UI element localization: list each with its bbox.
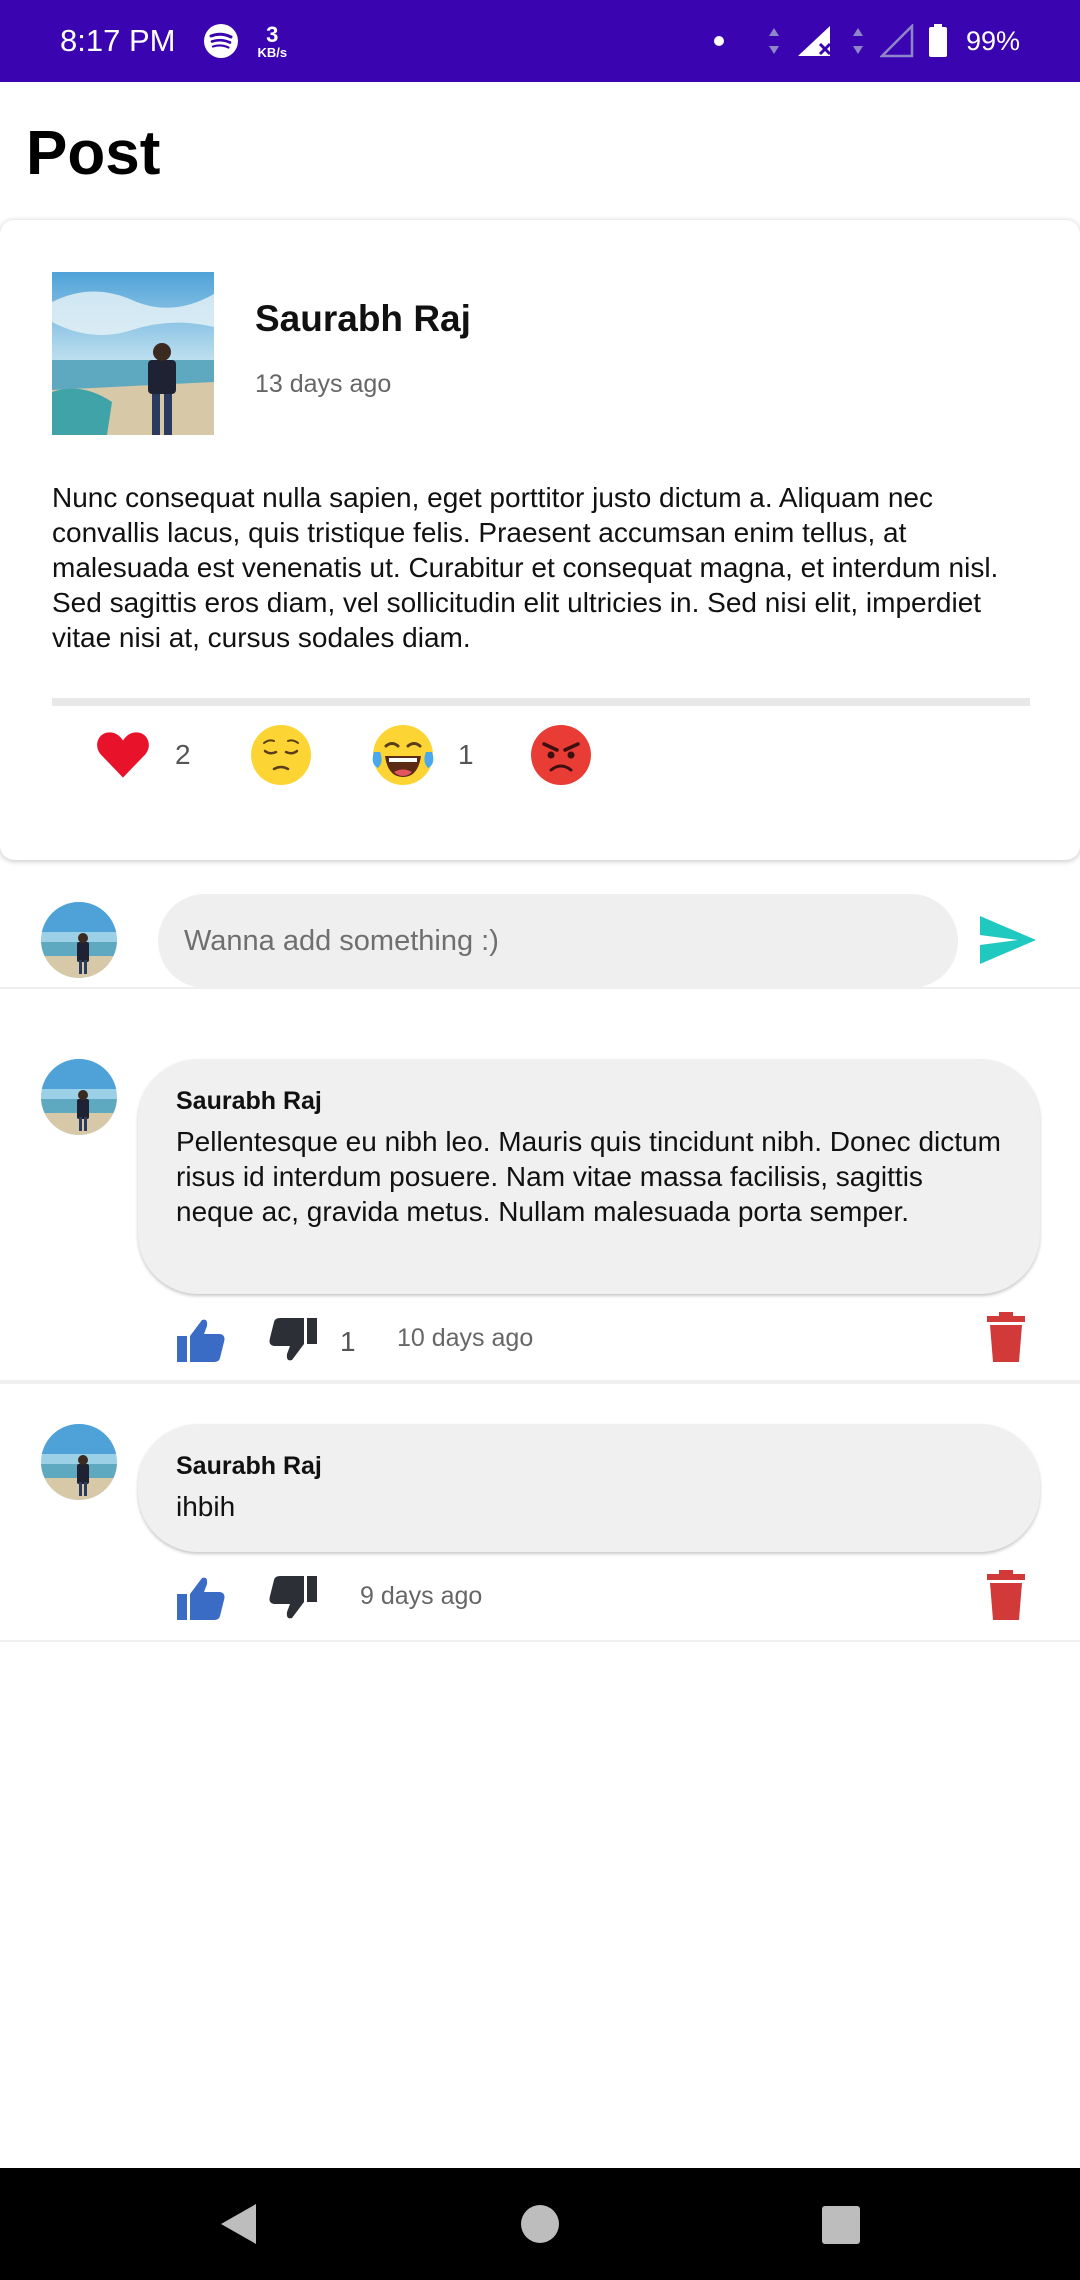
post-body-text: Nunc consequat nulla sapien, eget portti… bbox=[52, 482, 999, 653]
comment-item: Saurabh Raj ihbih 9 days ago bbox=[0, 1420, 1080, 1640]
post-divider bbox=[52, 698, 1030, 706]
data-arrows-icon-2 bbox=[852, 28, 863, 54]
comment-bubble: Saurabh Raj ihbih bbox=[138, 1424, 1040, 1552]
battery-icon bbox=[928, 24, 947, 57]
signal-icon bbox=[797, 26, 832, 56]
screen: 8:17 PM 3 KB/s 99% Post Saurabh Raj 13 d… bbox=[0, 0, 1080, 2280]
reaction-laughing-count: 1 bbox=[458, 739, 474, 770]
comment-timestamp: 9 days ago bbox=[360, 1582, 483, 1610]
network-speed-unit: KB/s bbox=[257, 44, 288, 60]
add-comment-row bbox=[0, 880, 1080, 990]
page-title: Post bbox=[26, 119, 161, 188]
dislike-count: 1 bbox=[340, 1326, 356, 1357]
thumbs-up-icon[interactable] bbox=[175, 1316, 227, 1364]
post-author-name[interactable]: Saurabh Raj bbox=[255, 298, 471, 340]
thumbs-up-icon[interactable] bbox=[175, 1574, 227, 1622]
comment-actions: 1 10 days ago bbox=[175, 1312, 1040, 1368]
post-author-photo[interactable] bbox=[52, 272, 214, 435]
reaction-angry[interactable] bbox=[530, 720, 592, 790]
data-arrows-icon bbox=[768, 28, 779, 54]
network-speed-value: 3 bbox=[266, 21, 279, 47]
avatar-image bbox=[41, 1059, 117, 1135]
trash-icon[interactable] bbox=[987, 1570, 1025, 1620]
reaction-heart[interactable]: 2 bbox=[95, 720, 191, 790]
comment-text: Pellentesque eu nibh leo. Mauris quis ti… bbox=[176, 1126, 1001, 1227]
comment-text: ihbih bbox=[176, 1491, 236, 1522]
post-card: Saurabh Raj 13 days ago Nunc consequat n… bbox=[0, 220, 1080, 860]
thumbs-down-icon[interactable] bbox=[267, 1574, 319, 1622]
divider bbox=[0, 1380, 1080, 1384]
pensive-face-icon bbox=[251, 725, 311, 785]
reaction-heart-count: 2 bbox=[175, 739, 191, 770]
trash-icon[interactable] bbox=[987, 1312, 1025, 1362]
comment-author-avatar[interactable] bbox=[41, 1059, 117, 1135]
comment-input[interactable] bbox=[158, 894, 958, 988]
status-time: 8:17 PM bbox=[60, 23, 176, 58]
spotify-icon bbox=[204, 24, 239, 58]
post-timestamp: 13 days ago bbox=[255, 370, 392, 398]
divider bbox=[0, 1640, 1080, 1642]
comment-item: Saurabh Raj Pellentesque eu nibh leo. Ma… bbox=[0, 1055, 1080, 1380]
battery-percent: 99% bbox=[965, 25, 1020, 56]
angry-face-icon bbox=[531, 725, 591, 785]
reaction-bar: 2 1 bbox=[95, 720, 795, 790]
comment-actions: 9 days ago bbox=[175, 1570, 1040, 1626]
system-nav-bar bbox=[0, 2168, 1080, 2280]
comment-bubble: Saurabh Raj Pellentesque eu nibh leo. Ma… bbox=[138, 1059, 1040, 1294]
comment-author[interactable]: Saurabh Raj bbox=[176, 1087, 1002, 1116]
heart-icon bbox=[97, 732, 149, 778]
send-icon[interactable] bbox=[978, 914, 1038, 966]
signal-empty-icon bbox=[879, 24, 914, 58]
home-icon[interactable] bbox=[520, 2204, 560, 2244]
avatar-image bbox=[41, 902, 117, 978]
divider bbox=[0, 987, 1080, 989]
comment-author-avatar[interactable] bbox=[41, 1424, 117, 1500]
reaction-pensive[interactable] bbox=[250, 720, 312, 790]
network-speed: 3 KB/s bbox=[257, 21, 288, 60]
thumbs-down-icon[interactable] bbox=[267, 1316, 319, 1364]
avatar-image bbox=[41, 1424, 117, 1500]
beach-photo-image bbox=[52, 272, 214, 435]
reaction-laughing[interactable]: 1 bbox=[372, 720, 474, 790]
comment-author[interactable]: Saurabh Raj bbox=[176, 1452, 1002, 1481]
laughing-tears-icon bbox=[372, 725, 434, 785]
status-bar: 8:17 PM 3 KB/s 99% bbox=[0, 0, 1080, 82]
comment-timestamp: 10 days ago bbox=[397, 1324, 534, 1352]
current-user-avatar bbox=[41, 902, 117, 978]
recents-icon[interactable] bbox=[822, 2206, 860, 2244]
notification-dot-icon bbox=[713, 36, 724, 46]
back-icon[interactable] bbox=[218, 2202, 258, 2246]
status-icons: 99% bbox=[713, 24, 1020, 58]
